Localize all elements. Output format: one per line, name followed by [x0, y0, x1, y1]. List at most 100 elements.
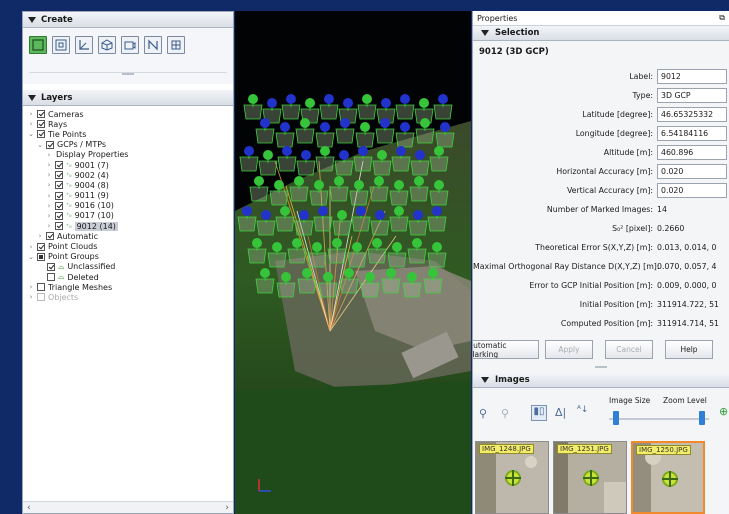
cancel-button[interactable]: Cancel — [605, 340, 653, 359]
longitude-input[interactable]: 6.54184116 — [657, 126, 727, 141]
scroll-right-icon[interactable]: › — [225, 503, 229, 513]
unlink-icon[interactable]: ⚲ — [501, 407, 509, 420]
layer-checkbox[interactable] — [55, 161, 63, 170]
gcp-marker-icon[interactable] — [505, 470, 521, 486]
gcp-item-9017[interactable]: › ⁺₀ 9017 (10) — [27, 211, 233, 221]
layer-item-tie-points[interactable]: ⌄ Tie Points — [27, 129, 233, 139]
camera-position — [400, 94, 410, 104]
layer-checkbox[interactable] — [55, 201, 63, 210]
apply-button[interactable]: Apply — [545, 340, 593, 359]
collapse-icon[interactable]: ⌄ — [27, 130, 35, 138]
layer-checkbox[interactable] — [47, 262, 55, 271]
layers-section-header[interactable]: Layers — [23, 90, 233, 106]
image-size-slider-thumb[interactable] — [613, 411, 619, 425]
link-icon[interactable]: ⚲ — [479, 407, 487, 420]
layer-checkbox[interactable] — [37, 252, 45, 261]
expand-icon[interactable]: › — [27, 293, 35, 301]
gcp-marker-icon[interactable] — [662, 471, 678, 487]
expand-icon[interactable]: › — [27, 283, 35, 291]
layer-item-automatic[interactable]: › Automatic — [27, 231, 233, 241]
zoom-level-slider-thumb[interactable] — [699, 411, 705, 425]
layer-item-point-groups[interactable]: ⌄ Point Groups — [27, 252, 233, 262]
expand-icon[interactable]: › — [45, 151, 53, 159]
layer-item-objects[interactable]: › Objects — [27, 292, 233, 302]
splitter-handle[interactable] — [595, 366, 607, 368]
expand-icon[interactable]: › — [27, 243, 35, 251]
gcp-item-9004[interactable]: › ⁺₀ 9004 (8) — [27, 180, 233, 190]
layer-checkbox[interactable] — [55, 191, 63, 200]
layer-checkbox[interactable] — [55, 171, 63, 180]
expand-icon[interactable]: › — [45, 192, 53, 200]
expand-icon[interactable]: › — [45, 202, 53, 210]
layer-checkbox[interactable] — [37, 293, 45, 302]
expand-icon[interactable]: › — [27, 110, 35, 118]
gcp-marker-icon[interactable] — [583, 470, 599, 486]
layer-checkbox[interactable] — [55, 222, 63, 231]
automatic-marking-button[interactable]: Automatic Marking — [473, 340, 539, 359]
sort-icon[interactable]: ᴬ↓ — [577, 405, 588, 415]
layer-checkbox[interactable] — [47, 273, 55, 282]
cube-tool-icon[interactable] — [98, 36, 116, 54]
gcp-item-9001[interactable]: › ⁺₀ 9001 (7) — [27, 160, 233, 170]
camera-tool-icon[interactable] — [121, 36, 139, 54]
delta-icon[interactable]: Δ| — [555, 406, 566, 419]
layer-item-display-properties[interactable]: › Display Properties — [27, 150, 233, 160]
layer-checkbox[interactable] — [37, 242, 45, 251]
scroll-left-icon[interactable]: ‹ — [27, 503, 31, 513]
layer-item-point-clouds[interactable]: › Point Clouds — [27, 241, 233, 251]
gcp-item-9002[interactable]: › ⁺₀ 9002 (4) — [27, 170, 233, 180]
type-select[interactable]: 3D GCP — [657, 88, 727, 103]
grid-tool-icon[interactable] — [167, 36, 185, 54]
gcp-item-9012[interactable]: › ⁺₀ 9012 (14) — [27, 221, 233, 231]
gcp-item-9016[interactable]: › ⁺₀ 9016 (10) — [27, 201, 233, 211]
expand-icon[interactable]: › — [45, 212, 53, 220]
layer-item-unclassified[interactable]: ⌓ Unclassified — [27, 262, 233, 272]
layer-checkbox[interactable] — [37, 130, 45, 139]
layer-checkbox[interactable] — [55, 211, 63, 220]
label-input[interactable]: 9012 — [657, 69, 727, 84]
image-thumbnail-selected[interactable]: IMG_1250.JPG — [631, 441, 705, 514]
vertical-accuracy-input[interactable]: 0.020 — [657, 183, 727, 198]
gcp-item-9011[interactable]: › ⁺₀ 9011 (9) — [27, 191, 233, 201]
image-size-slider-track[interactable] — [609, 418, 709, 420]
point-cloud-scene[interactable] — [235, 11, 471, 514]
expand-icon[interactable]: › — [36, 232, 44, 240]
help-button[interactable]: Help — [665, 340, 713, 359]
horizontal-scrollbar[interactable]: ‹ › — [23, 501, 233, 513]
image-thumbnail[interactable]: IMG_1248.JPG — [475, 441, 549, 514]
expand-icon[interactable]: › — [45, 171, 53, 179]
expand-icon[interactable]: › — [27, 120, 35, 128]
axis-tool-icon[interactable] — [75, 36, 93, 54]
3d-view[interactable] — [235, 11, 471, 514]
undock-icon[interactable]: ⧉ — [719, 13, 725, 23]
layer-checkbox[interactable] — [37, 120, 45, 129]
layer-checkbox[interactable] — [37, 283, 45, 292]
region-tool-icon[interactable] — [52, 36, 70, 54]
list-view-icon[interactable]: ▮▯ — [531, 405, 547, 421]
layer-checkbox[interactable] — [55, 181, 63, 190]
layer-item-cameras[interactable]: › Cameras — [27, 109, 233, 119]
zoom-in-icon[interactable]: ⊕ — [719, 405, 728, 418]
horizontal-accuracy-input[interactable]: 0.020 — [657, 164, 727, 179]
image-thumbnail[interactable]: IMG_1251.JPG — [553, 441, 627, 514]
images-section-header[interactable]: Images — [473, 373, 729, 388]
expand-icon[interactable]: › — [45, 161, 53, 169]
layer-checkbox[interactable] — [46, 232, 54, 241]
selection-section-header[interactable]: Selection — [473, 26, 729, 41]
latitude-input[interactable]: 46.65325332 — [657, 107, 727, 122]
layer-checkbox[interactable] — [46, 140, 54, 149]
expand-icon[interactable]: › — [45, 222, 53, 230]
altitude-input[interactable]: 460.896 — [657, 145, 727, 160]
measure-tool-icon[interactable] — [144, 36, 162, 54]
layer-item-deleted[interactable]: ⌓ Deleted — [27, 272, 233, 282]
expand-icon[interactable]: › — [45, 181, 53, 189]
layer-item-rays[interactable]: › Rays — [27, 119, 233, 129]
layer-checkbox[interactable] — [37, 110, 45, 119]
collapse-icon[interactable]: ⌄ — [36, 141, 44, 149]
collapse-icon[interactable]: ⌄ — [27, 253, 35, 261]
splitter-handle[interactable] — [122, 73, 134, 75]
create-section-header[interactable]: Create — [23, 12, 233, 28]
layer-item-triangle-meshes[interactable]: › Triangle Meshes — [27, 282, 233, 292]
select-tool-icon[interactable] — [29, 36, 47, 54]
layer-item-gcps[interactable]: ⌄ GCPs / MTPs — [27, 140, 233, 150]
